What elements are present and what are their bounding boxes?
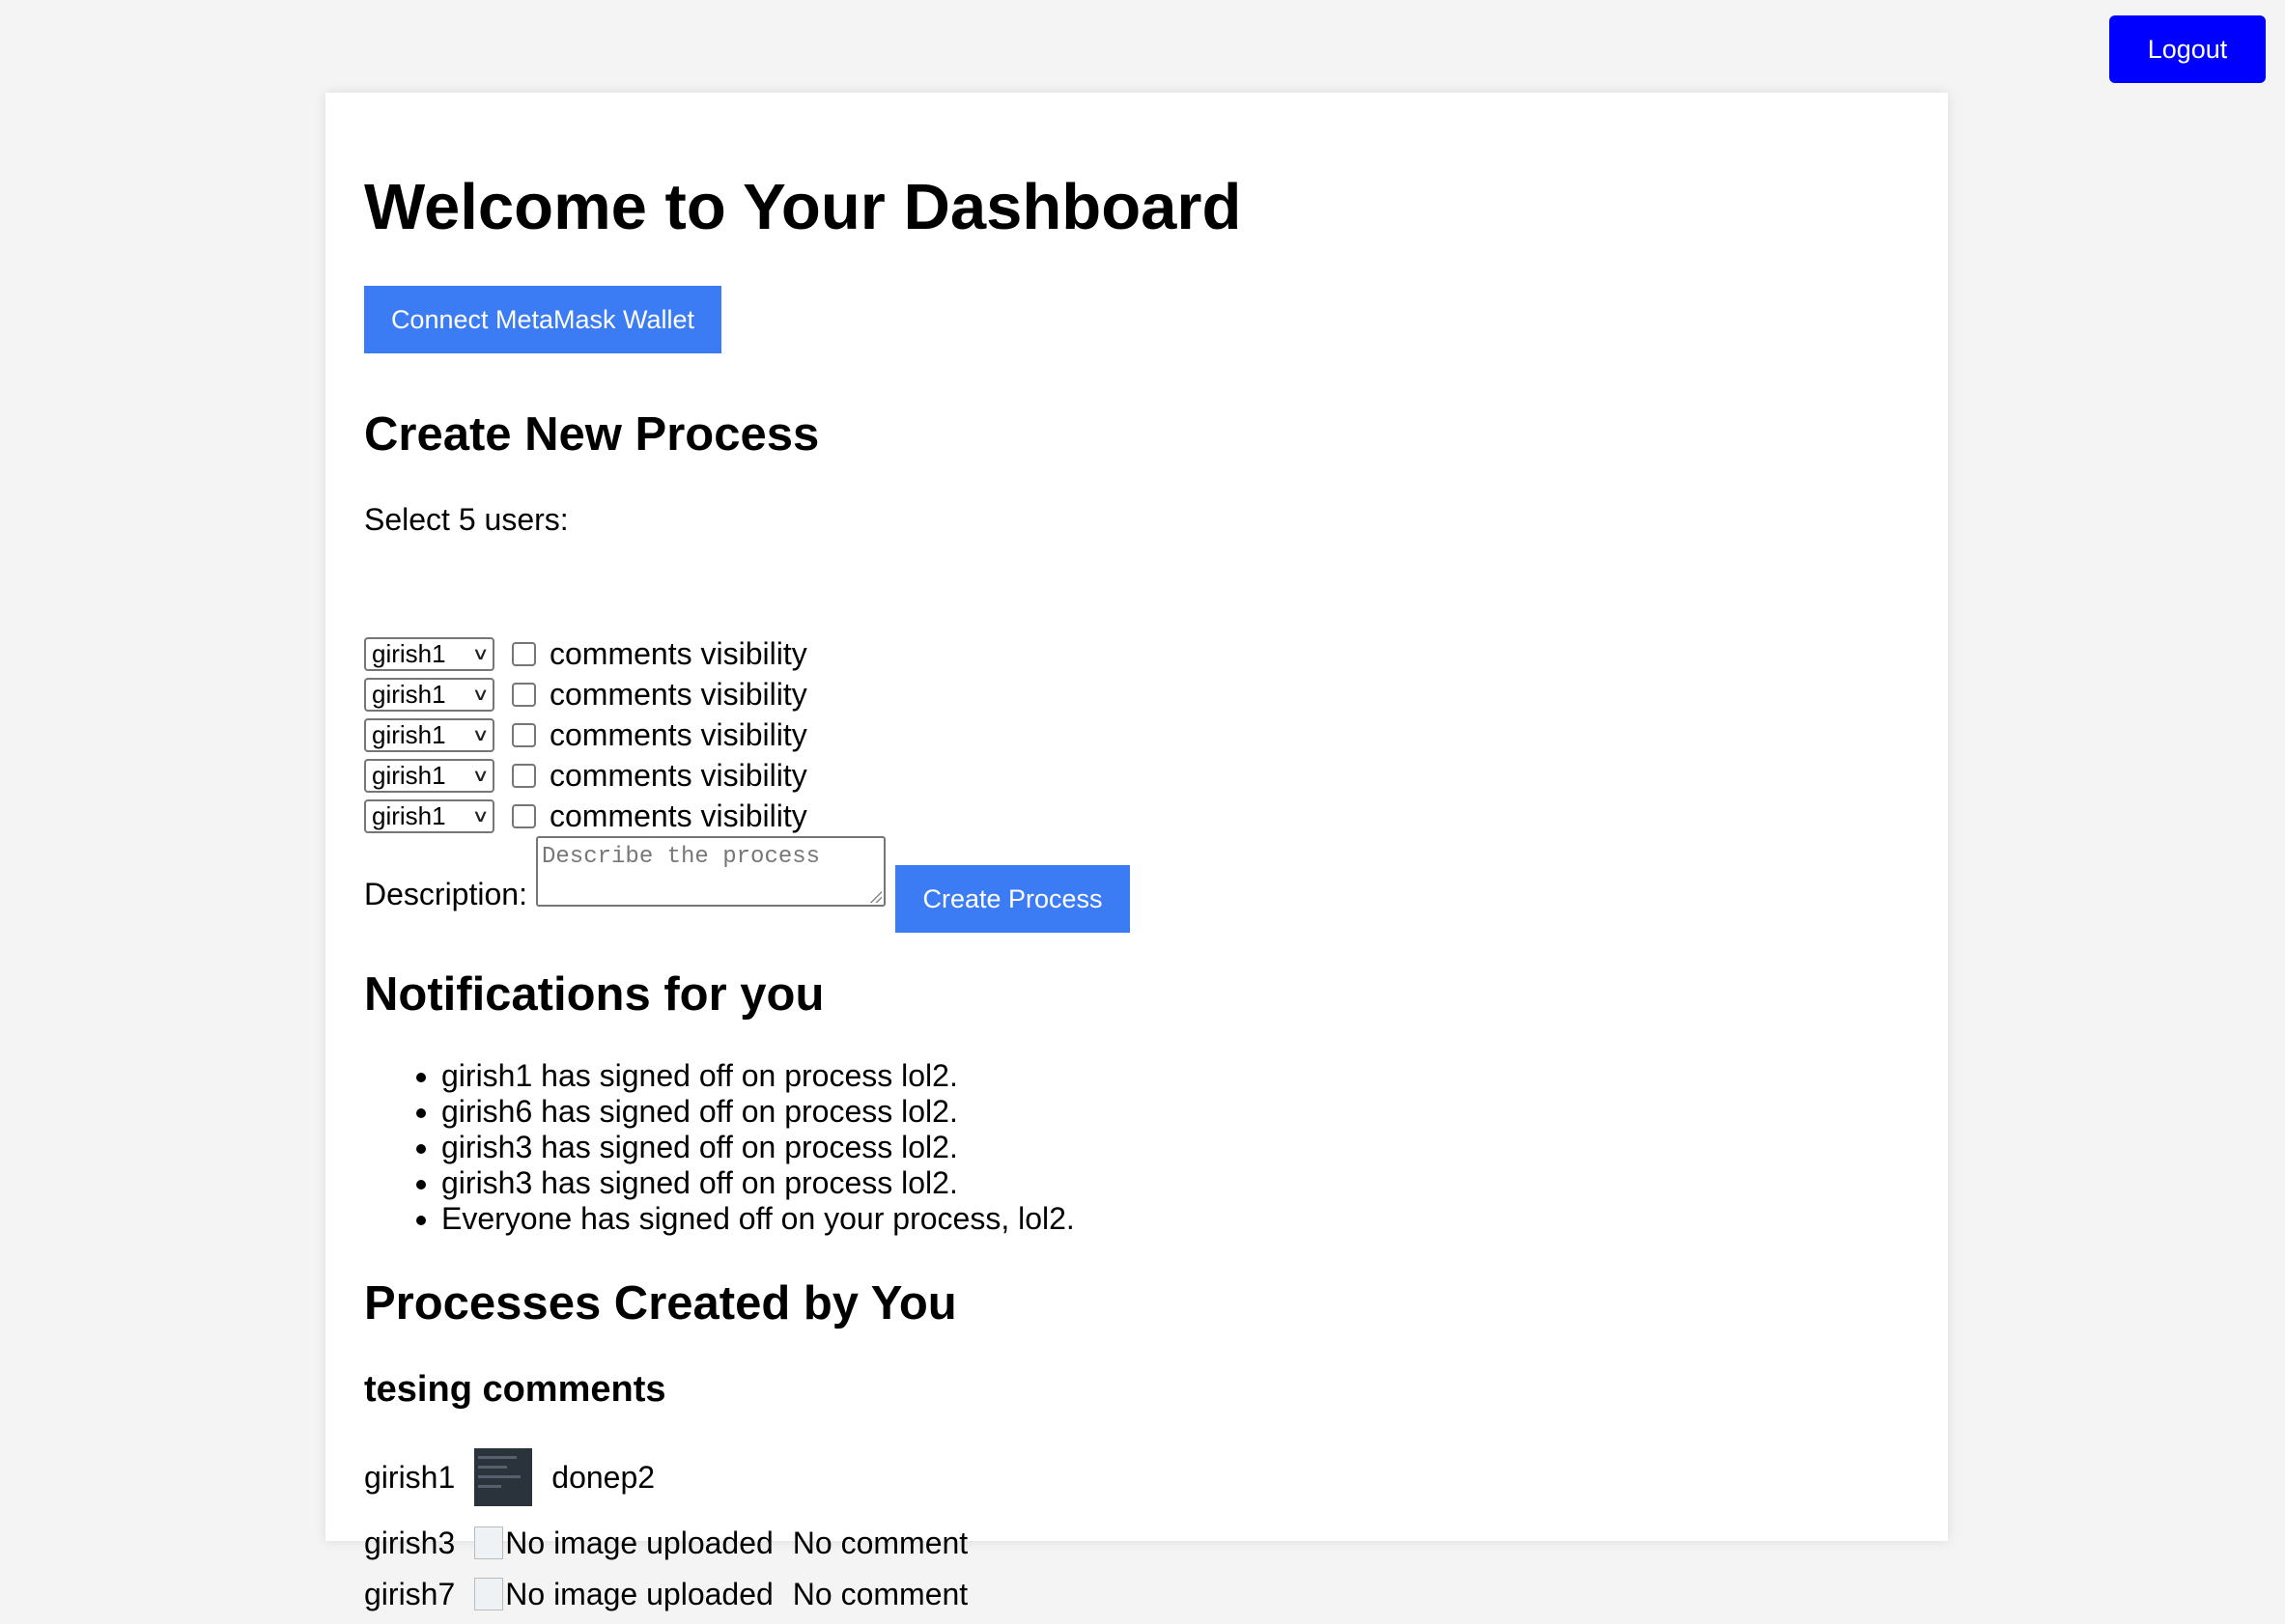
image-alt-text: No image uploaded [505,1525,774,1560]
comments-visibility-checkbox[interactable] [512,803,536,828]
notifications-heading: Notifications for you [364,968,825,1021]
process-entry-row: girish1 donep2 [364,1447,655,1507]
user-select-value: girish1 [372,760,446,790]
user-select-value: girish1 [372,719,446,749]
entry-user: girish3 [364,1525,456,1560]
broken-image-icon: No image uploaded [474,1526,774,1561]
entry-user: girish7 [364,1576,456,1611]
user-select-row: girish1 ∨ comments visibility [364,716,807,753]
comments-visibility-checkbox[interactable] [512,722,536,747]
user-select-value: girish1 [372,679,446,709]
comments-visibility-checkbox[interactable] [512,763,536,788]
user-select-row: girish1 ∨ comments visibility [364,757,807,794]
list-item: Everyone has signed off on your process,… [441,1201,1075,1237]
select-users-label: Select 5 users: [364,502,569,537]
notifications-list: girish1 has signed off on process lol2. … [364,1058,1075,1237]
comments-visibility-checkbox[interactable] [512,641,536,666]
list-item: girish6 has signed off on process lol2. [441,1094,1075,1130]
comments-visibility-label: comments visibility [550,676,807,712]
broken-image-icon: No image uploaded [474,1577,774,1612]
processes-heading: Processes Created by You [364,1277,957,1330]
process-title: tesing comments [364,1369,666,1410]
page-title: Welcome to Your Dashboard [364,171,1242,243]
comments-visibility-label: comments visibility [550,635,807,671]
list-item: girish3 has signed off on process lol2. [441,1130,1075,1165]
resize-handle-icon[interactable] [870,891,882,903]
dashboard-card: Welcome to Your Dashboard Connect MetaMa… [325,93,1948,1611]
image-alt-text: No image uploaded [505,1576,774,1611]
user-select[interactable]: girish1 ∨ [364,677,494,712]
user-select-row: girish1 ∨ comments visibility [364,635,807,672]
user-select-value: girish1 [372,638,446,668]
chevron-down-icon: ∨ [471,724,490,744]
description-textarea[interactable]: Describe the process [536,836,886,907]
user-select[interactable]: girish1 ∨ [364,636,494,671]
list-item: girish1 has signed off on process lol2. [441,1058,1075,1094]
description-label: Description: [364,877,527,911]
user-select-row: girish1 ∨ comments visibility [364,798,807,834]
entry-comment: donep2 [551,1459,656,1495]
comments-visibility-label: comments visibility [550,757,807,793]
user-select[interactable]: girish1 ∨ [364,717,494,752]
user-select-value: girish1 [372,800,446,830]
uploaded-image-thumbnail[interactable] [474,1448,533,1506]
user-select[interactable]: girish1 ∨ [364,758,494,793]
connect-metamask-button[interactable]: Connect MetaMask Wallet [364,286,721,353]
entry-comment: No comment [792,1525,969,1560]
comments-visibility-checkbox[interactable] [512,682,536,707]
user-select[interactable]: girish1 ∨ [364,798,494,833]
description-placeholder: Describe the process [542,844,821,870]
logout-button[interactable]: Logout [2109,15,2266,83]
entry-user: girish1 [364,1459,456,1495]
chevron-down-icon: ∨ [471,805,490,826]
chevron-down-icon: ∨ [471,684,490,704]
user-select-row: girish1 ∨ comments visibility [364,676,807,713]
comments-visibility-label: comments visibility [550,716,807,752]
process-entry-row: girish7 No image uploaded No comment [364,1564,968,1624]
chevron-down-icon: ∨ [471,765,490,785]
create-process-button[interactable]: Create Process [895,865,1130,933]
chevron-down-icon: ∨ [471,643,490,663]
create-process-heading: Create New Process [364,408,820,461]
entry-comment: No comment [792,1576,969,1611]
list-item: girish3 has signed off on process lol2. [441,1165,1075,1201]
comments-visibility-label: comments visibility [550,798,807,833]
